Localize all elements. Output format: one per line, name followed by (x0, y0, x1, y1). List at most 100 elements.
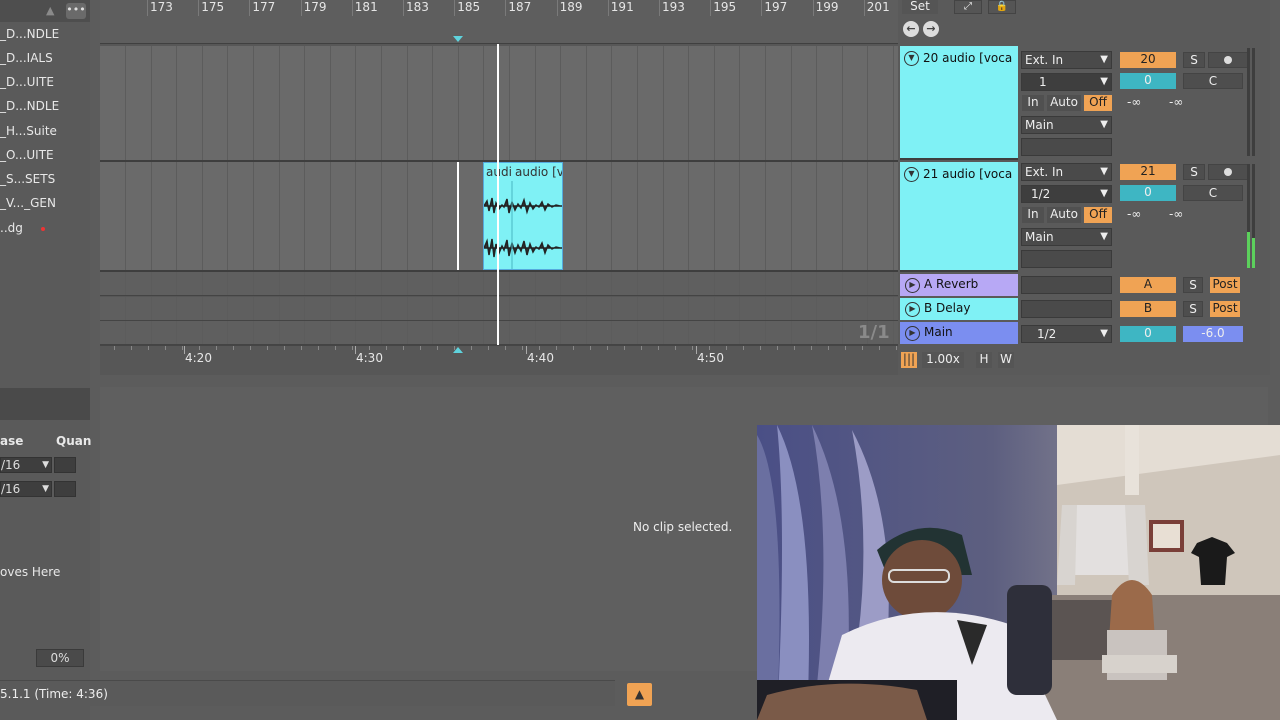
playhead[interactable] (497, 44, 499, 345)
global-amount-field[interactable]: 0% (36, 649, 84, 667)
grid-line (407, 297, 408, 320)
arrow-right-icon[interactable]: → (923, 21, 939, 37)
browser-item-label: _V..._GEN (0, 196, 56, 210)
pan-field[interactable]: C (1183, 73, 1243, 89)
monitor-in-button[interactable]: In (1022, 95, 1044, 111)
main-pan-field[interactable]: 0 (1120, 326, 1176, 342)
groove-base-select[interactable]: /16 ▼ (0, 481, 52, 497)
monitor-in-button[interactable]: In (1022, 207, 1044, 223)
h-button[interactable]: H (976, 352, 992, 368)
pan-field[interactable]: C (1183, 185, 1243, 201)
monitor-auto-button[interactable]: Auto (1047, 207, 1081, 223)
return-lane-b[interactable] (100, 297, 898, 321)
input-channel-select[interactable]: 1/2 ▼ (1021, 185, 1112, 203)
arrow-left-icon[interactable]: ← (903, 21, 919, 37)
input-type-select[interactable]: Ext. In ▼ (1021, 163, 1112, 181)
browser-item[interactable]: _D...IALS (0, 47, 90, 69)
track-header-20[interactable]: ▼ 20 audio [voca (900, 46, 1018, 160)
w-button[interactable]: W (998, 352, 1014, 368)
fold-icon[interactable]: ▶ (905, 278, 920, 293)
output-channel-field[interactable] (1021, 138, 1112, 156)
expand-icon[interactable]: ⤢ (954, 0, 982, 14)
main-lane[interactable] (100, 321, 898, 345)
main-output-select[interactable]: 1/2 ▼ (1021, 325, 1112, 343)
output-channel-field[interactable] (1021, 250, 1112, 268)
browser-item[interactable]: _D...UITE (0, 71, 90, 93)
return-header-b[interactable]: ▶ B Delay (900, 298, 1018, 320)
main-volume-field[interactable]: -6.0 (1183, 326, 1243, 342)
triangle-up-icon[interactable]: ▲ (46, 4, 54, 17)
post-button[interactable]: Post (1210, 277, 1240, 293)
browser-item[interactable]: _V..._GEN (0, 192, 90, 214)
send-a-value[interactable]: -∞ (1127, 207, 1141, 221)
volume-field[interactable]: 0 (1120, 185, 1176, 201)
set-button[interactable]: Set (902, 0, 938, 14)
groove-quantize-field[interactable] (54, 481, 76, 497)
browser-item[interactable]: _D...NDLE (0, 23, 90, 45)
solo-button[interactable]: S (1183, 164, 1205, 180)
output-value: Main (1025, 230, 1054, 244)
input-channel-select[interactable]: 1 ▼ (1021, 73, 1112, 91)
track-activator-button[interactable]: 20 (1120, 52, 1176, 68)
grid-line (509, 272, 510, 295)
monitor-off-button[interactable]: Off (1084, 95, 1112, 111)
solo-button[interactable]: S (1183, 301, 1203, 317)
arrangement-view[interactable]: 173 175 177 179 181 183 185 187 189 191 193 195 197 1… (100, 0, 898, 375)
browser-item[interactable]: _H...Suite (0, 120, 90, 142)
browser-item[interactable]: _S...SETS (0, 168, 90, 190)
grid-line (304, 321, 305, 344)
browser-item[interactable]: _O...UITE (0, 144, 90, 166)
return-activator-button[interactable]: B (1120, 301, 1176, 317)
fold-icon[interactable]: ▶ (905, 326, 920, 341)
groove-quantize-field[interactable] (54, 457, 76, 473)
bar-tick (607, 0, 609, 16)
loop-marker-icon[interactable] (453, 36, 463, 42)
browser-item-label: _O...UITE (0, 148, 54, 162)
bar-tick (556, 0, 558, 16)
bar-number: 179 (303, 0, 327, 14)
volume-field[interactable]: 0 (1120, 73, 1176, 89)
output-select[interactable]: Main ▼ (1021, 116, 1112, 134)
return-output-field[interactable] (1021, 300, 1112, 318)
fold-icon[interactable]: ▼ (904, 51, 919, 66)
arm-button[interactable] (1208, 52, 1248, 68)
send-b-value[interactable]: -∞ (1169, 207, 1183, 221)
main-header[interactable]: ▶ Main (900, 322, 1018, 344)
grid-line (279, 46, 280, 160)
send-a-value[interactable]: -∞ (1127, 95, 1141, 109)
track-header-21[interactable]: ▼ 21 audio [voca (900, 162, 1018, 272)
time-ruler[interactable]: 4:20 4:30 4:40 4:50 (100, 345, 898, 375)
zoom-field[interactable]: 1.00x (922, 352, 964, 368)
warning-triangle-icon[interactable]: ▲ (627, 683, 652, 706)
output-value: Main (1025, 118, 1054, 132)
browser-item[interactable]: ..dg (0, 217, 90, 239)
return-output-field[interactable] (1021, 276, 1112, 294)
fold-icon[interactable]: ▶ (905, 302, 920, 317)
send-b-value[interactable]: -∞ (1169, 95, 1183, 109)
browser-item-label: _D...UITE (0, 75, 54, 89)
ellipsis-icon[interactable]: ••• (66, 3, 86, 19)
return-activator-button[interactable]: A (1120, 277, 1176, 293)
post-button[interactable]: Post (1210, 301, 1240, 317)
track-activator-button[interactable]: 21 (1120, 164, 1176, 180)
audio-clip[interactable]: audi audio [v (483, 162, 563, 270)
monitor-auto-button[interactable]: Auto (1047, 95, 1081, 111)
track-lane-20[interactable] (100, 46, 898, 162)
grid-line (637, 162, 638, 270)
fold-icon[interactable]: ▼ (904, 167, 919, 182)
groove-base-select[interactable]: /16 ▼ (0, 457, 52, 473)
waveform-icon[interactable]: ||| (901, 352, 917, 368)
beat-ruler[interactable]: 173 175 177 179 181 183 185 187 189 191 193 195 197 1… (100, 0, 898, 44)
monitor-off-button[interactable]: Off (1084, 207, 1112, 223)
time-minor-tick (726, 346, 727, 350)
start-marker-icon[interactable] (453, 347, 463, 353)
solo-button[interactable]: S (1183, 277, 1203, 293)
solo-button[interactable]: S (1183, 52, 1205, 68)
return-header-a[interactable]: ▶ A Reverb (900, 274, 1018, 296)
output-select[interactable]: Main ▼ (1021, 228, 1112, 246)
lock-icon[interactable]: 🔒 (988, 0, 1016, 14)
return-lane-a[interactable] (100, 272, 898, 296)
arm-button[interactable] (1208, 164, 1248, 180)
browser-item[interactable]: _D...NDLE (0, 95, 90, 117)
input-type-select[interactable]: Ext. In ▼ (1021, 51, 1112, 69)
